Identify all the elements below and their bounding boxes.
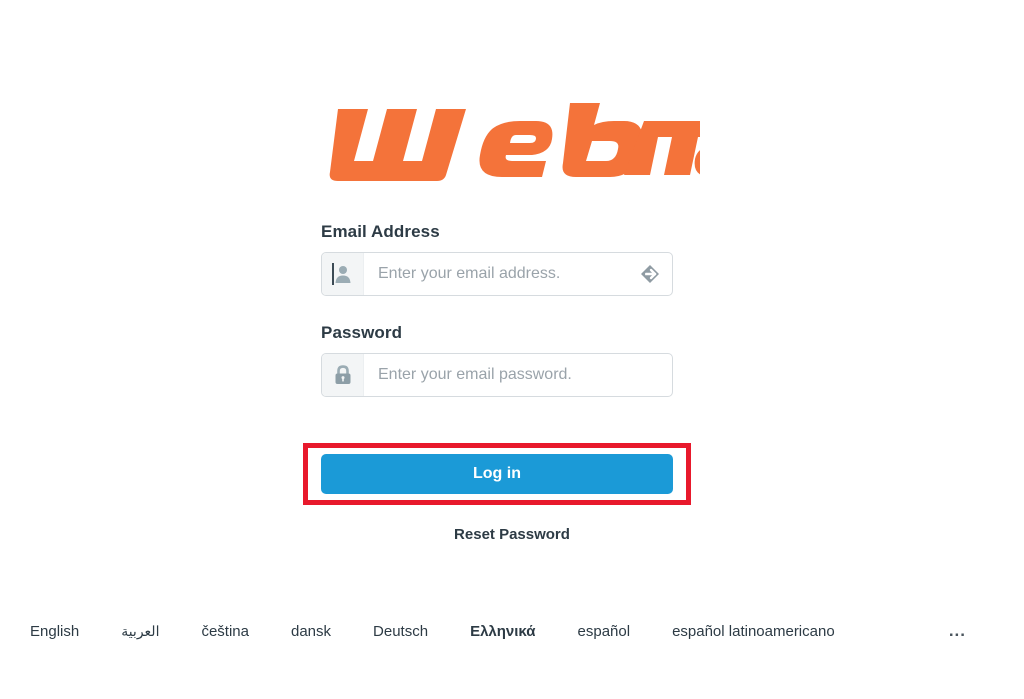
login-button-highlight-region: Log in (303, 443, 691, 505)
language-german[interactable]: Deutsch (373, 623, 428, 640)
language-danish[interactable]: dansk (291, 623, 331, 640)
language-spanish-latam[interactable]: español latinoamericano (672, 623, 835, 640)
language-greek[interactable]: Ελληνικά (470, 623, 535, 640)
text-caret (332, 263, 334, 285)
webmail-wordmark-icon (329, 103, 700, 181)
user-icon (322, 253, 364, 295)
language-arabic[interactable]: العربية (121, 623, 159, 640)
language-english[interactable]: English (30, 623, 79, 640)
login-arrow-icon[interactable] (626, 253, 672, 295)
language-bar: English العربية čeština dansk Deutsch Ελ… (0, 614, 1024, 648)
login-form: Email Address Enter your email address. (321, 222, 673, 397)
login-button[interactable]: Log in (321, 454, 673, 494)
email-input[interactable]: Enter your email address. (321, 252, 673, 296)
field-spacer (321, 296, 673, 323)
webmail-login-page: Email Address Enter your email address. (0, 0, 1024, 699)
language-spanish[interactable]: español (578, 623, 631, 640)
email-label: Email Address (321, 222, 440, 241)
lock-icon (322, 354, 364, 396)
webmail-logo (0, 96, 1024, 188)
language-more-icon[interactable]: ... (949, 622, 966, 639)
password-label: Password (321, 323, 403, 342)
reset-password-link[interactable]: Reset Password (0, 526, 1024, 543)
language-czech[interactable]: čeština (201, 623, 249, 640)
password-input[interactable]: Enter your email password. (321, 353, 673, 397)
password-placeholder: Enter your email password. (378, 366, 572, 383)
email-placeholder: Enter your email address. (378, 265, 561, 282)
